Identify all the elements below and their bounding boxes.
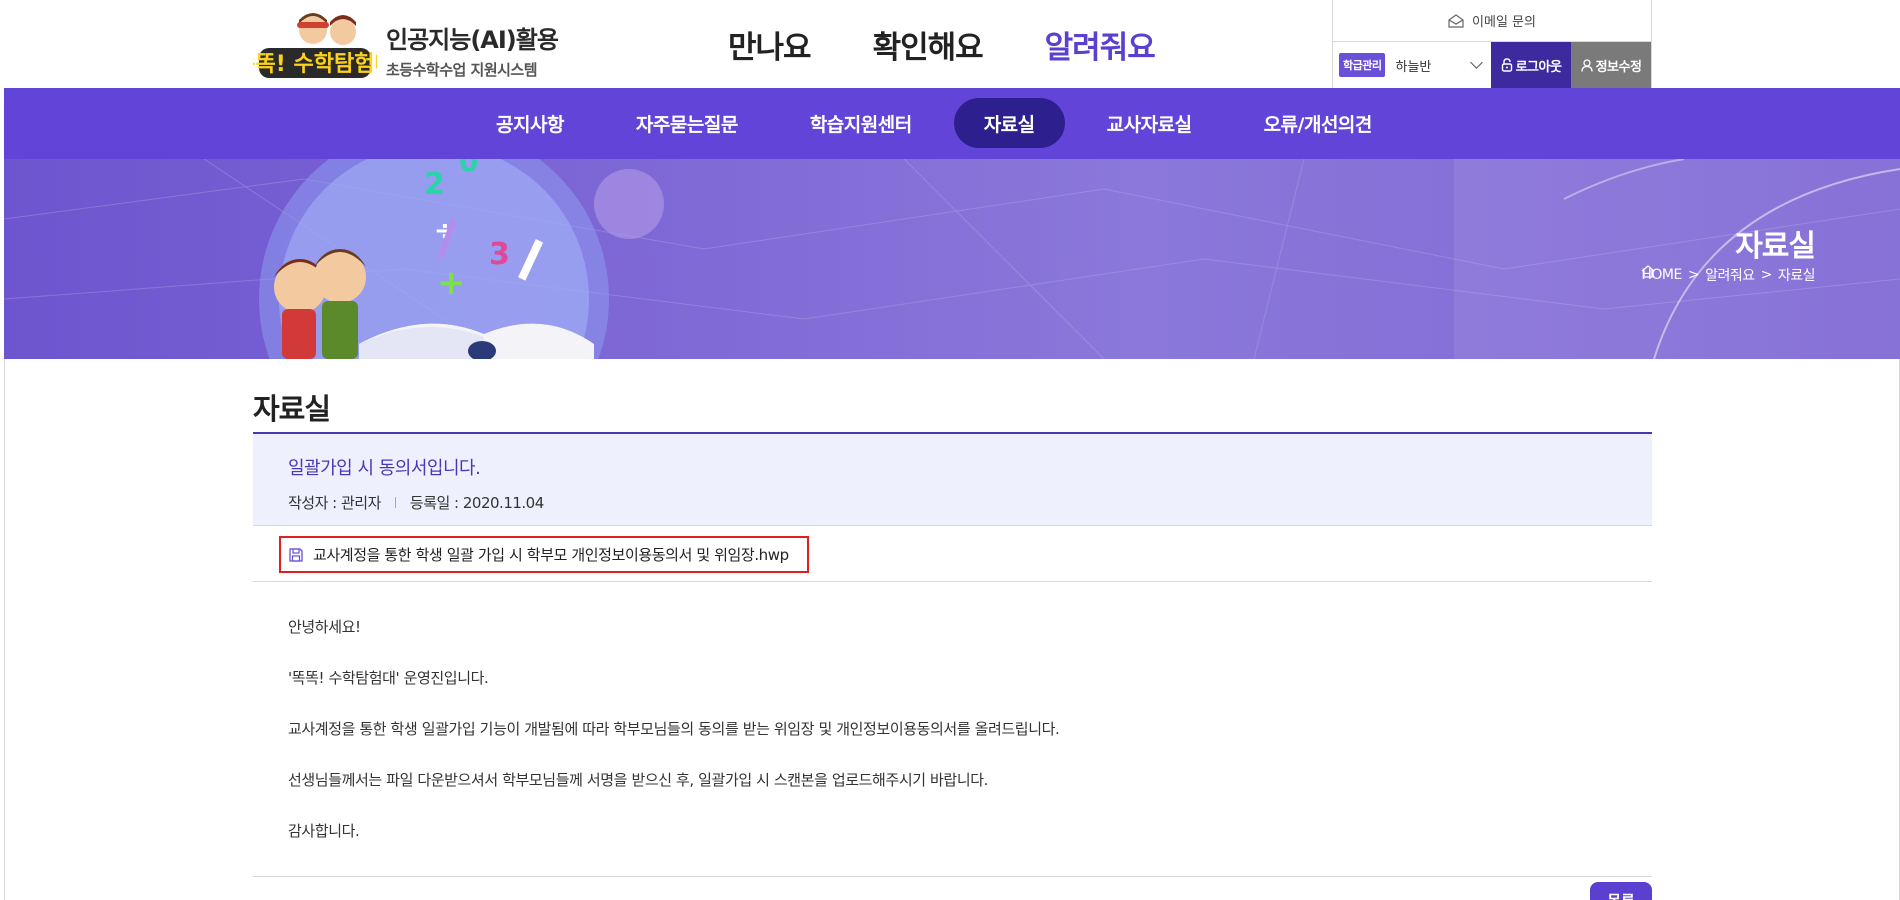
post-paragraph: 교사계정을 통한 학생 일괄가입 기능이 개발됨에 따라 학부모님들의 동의를 … — [288, 720, 1060, 738]
meta-divider — [394, 497, 396, 508]
logo-text: 똑똑! 수학탐험대 — [253, 51, 377, 77]
breadcrumb: HOME > 알려줘요 > 자료실 — [1641, 265, 1816, 285]
breadcrumb-current: 자료실 — [1777, 268, 1816, 284]
attachment-filename[interactable]: 교사계정을 통한 학생 일괄 가입 시 학부모 개인정보이용동의서 및 위임장.… — [313, 544, 789, 565]
edit-info-label: 정보수정 — [1595, 59, 1642, 75]
sub-nav-notice[interactable]: 공지사항 — [466, 98, 594, 148]
utility-panel: 이메일 문의 학급관리 하늘반 로그아웃 정보수정 — [1332, 0, 1652, 88]
site-logo[interactable]: 똑똑! 수학탐험대 — [235, 8, 395, 84]
home-icon — [1641, 265, 1655, 278]
class-manage-badge[interactable]: 학급관리 — [1339, 53, 1386, 77]
svg-text:+: + — [437, 263, 466, 303]
lock-icon — [1501, 58, 1512, 72]
class-select[interactable]: 학급관리 하늘반 — [1333, 42, 1491, 88]
sub-nav-archive[interactable]: 자료실 — [953, 98, 1065, 148]
post-body: 안녕하세요! '똑똑! 수학탐험대' 운영진입니다. 교사계정을 통한 학생 일… — [253, 582, 1652, 841]
site-title-sub: 초등수학수업 지원시스템 — [386, 61, 538, 79]
post-date: 등록일 : 2020.11.04 — [409, 494, 544, 512]
page-title: 자료실 — [253, 392, 331, 426]
user-icon — [1580, 58, 1593, 72]
site-title: 인공지능(AI)활용 초등수학수업 지원시스템 — [386, 20, 559, 80]
post-view: 일괄가입 시 동의서입니다. 작성자 : 관리자 등록일 : 2020.11.0… — [253, 432, 1652, 872]
post-title: 일괄가입 시 동의서입니다. — [288, 458, 481, 479]
post-paragraph: 안녕하세요! — [288, 618, 361, 636]
post-header: 일괄가입 시 동의서입니다. 작성자 : 관리자 등록일 : 2020.11.0… — [253, 432, 1652, 526]
main-nav-meet[interactable]: 만나요 — [728, 22, 812, 67]
main-nav-check[interactable]: 확인해요 — [873, 22, 984, 67]
post-author: 작성자 : 관리자 — [288, 494, 381, 512]
page-banner: 2 0 ÷ 3 + 자료실 HOME > 알려줘요 > 자료실 — [4, 159, 1900, 359]
breadcrumb-separator: > — [1687, 267, 1700, 283]
attachment-row: 교사계정을 통한 학생 일괄 가입 시 학부모 개인정보이용동의서 및 위임장.… — [253, 526, 1652, 582]
breadcrumb-inform[interactable]: 알려줘요 — [1705, 265, 1755, 285]
list-button[interactable]: 목록 — [1590, 882, 1652, 900]
post-footer-divider — [253, 876, 1652, 877]
floppy-disk-icon — [289, 547, 303, 562]
svg-text:0: 0 — [459, 159, 478, 178]
envelope-icon — [1448, 13, 1464, 28]
logout-label: 로그아웃 — [1515, 59, 1562, 75]
svg-text:2: 2 — [424, 167, 445, 202]
sub-nav: 공지사항 자주묻는질문 학습지원센터 자료실 교사자료실 오류/개선의견 — [4, 88, 1900, 159]
edit-info-button[interactable]: 정보수정 — [1571, 42, 1651, 88]
chevron-down-icon — [1470, 56, 1483, 69]
logout-button[interactable]: 로그아웃 — [1491, 42, 1571, 88]
svg-text:3: 3 — [489, 237, 510, 272]
banner-illustration: 2 0 ÷ 3 + — [4, 159, 1900, 359]
class-name: 하늘반 — [1395, 59, 1432, 75]
sub-nav-feedback[interactable]: 오류/개선의견 — [1234, 98, 1402, 148]
banner-title: 자료실 — [1735, 229, 1816, 264]
main-nav: 만나요 확인해요 알려줘요 — [728, 22, 1156, 67]
email-inquiry-label: 이메일 문의 — [1472, 15, 1536, 30]
email-inquiry-link[interactable]: 이메일 문의 — [1333, 0, 1651, 42]
post-paragraph: '똑똑! 수학탐험대' 운영진입니다. — [288, 669, 489, 687]
post-meta: 작성자 : 관리자 등록일 : 2020.11.04 — [288, 492, 1652, 513]
breadcrumb-separator: > — [1760, 267, 1773, 283]
post-paragraph: 선생님들께서는 파일 다운받으셔서 학부모님들께 서명을 받으신 후, 일괄가입… — [288, 771, 988, 789]
attachment-link[interactable]: 교사계정을 통한 학생 일괄 가입 시 학부모 개인정보이용동의서 및 위임장.… — [279, 536, 809, 573]
sub-nav-teacher-archive[interactable]: 교사자료실 — [1077, 98, 1222, 148]
header: 똑똑! 수학탐험대 인공지능(AI)활용 초등수학수업 지원시스템 만나요 확인… — [0, 0, 1900, 88]
main-nav-inform[interactable]: 알려줘요 — [1045, 22, 1156, 67]
sub-nav-faq[interactable]: 자주묻는질문 — [606, 98, 768, 148]
sub-nav-learning-center[interactable]: 학습지원센터 — [780, 98, 942, 148]
site-title-main: 인공지능(AI)활용 — [386, 26, 559, 54]
post-paragraph: 감사합니다. — [288, 822, 360, 840]
